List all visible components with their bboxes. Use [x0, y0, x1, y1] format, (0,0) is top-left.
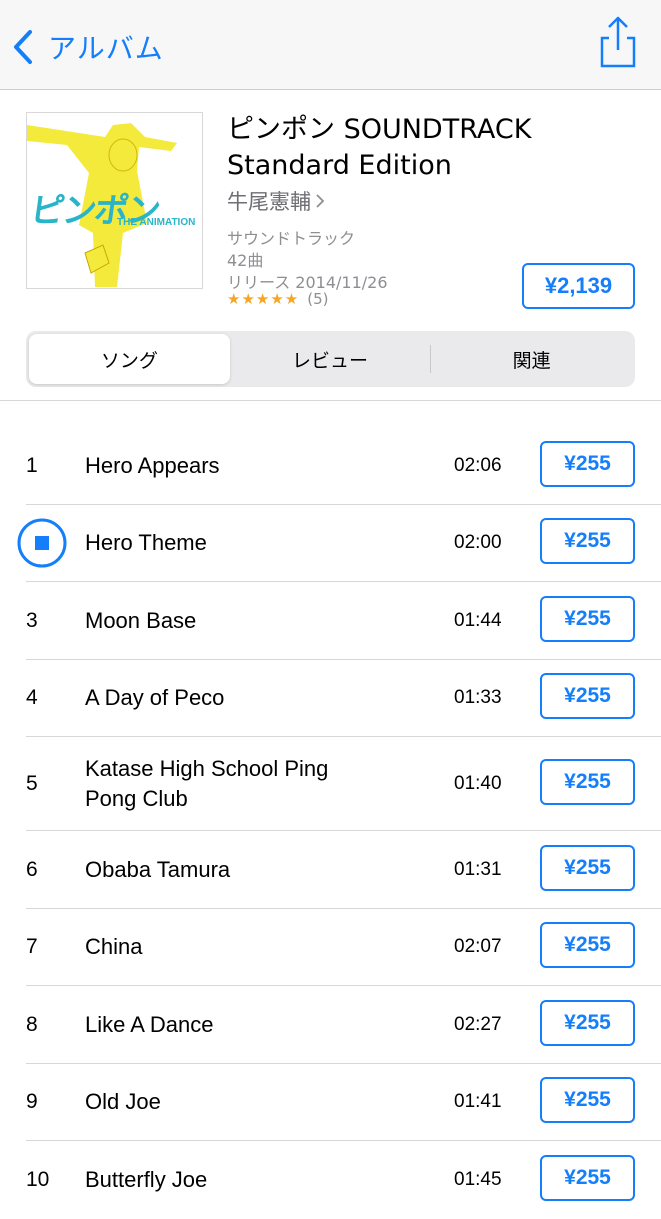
- track-number: 5: [26, 772, 38, 795]
- tab-reviews[interactable]: レビュー: [230, 334, 431, 384]
- track-duration: 01:41: [454, 1091, 502, 1113]
- track-name: Old Joe: [85, 1089, 161, 1115]
- track-number: 9: [26, 1090, 38, 1114]
- track-row[interactable]: 8 Like A Dance 02:27 ¥255: [0, 986, 661, 1064]
- track-duration: 02:00: [454, 532, 502, 554]
- track-price-button[interactable]: ¥255: [540, 518, 635, 565]
- track-number: 10: [26, 1167, 50, 1191]
- track-price-button[interactable]: ¥255: [540, 1077, 635, 1124]
- logo-subtitle: THE ANIMATION: [117, 217, 196, 228]
- track-name: Obaba Tamura: [85, 856, 231, 882]
- track-row[interactable]: 4 A Day of Peco 01:33 ¥255: [0, 660, 661, 738]
- song-count: 42曲: [227, 251, 264, 270]
- track-duration: 02:07: [454, 936, 502, 958]
- track-price-button[interactable]: ¥255: [540, 673, 635, 720]
- segmented-control: ソング レビュー 関連: [26, 331, 635, 387]
- track-row[interactable]: 10 Butterfly Joe 01:45 ¥255: [0, 1141, 661, 1219]
- track-row[interactable]: 3 Moon Base 01:44 ¥255: [0, 582, 661, 660]
- chevron-right-icon: [315, 193, 325, 209]
- track-price-button[interactable]: ¥255: [540, 922, 635, 969]
- artist-name: 牛尾憲輔: [227, 190, 311, 214]
- track-name: Moon Base: [85, 607, 197, 633]
- track-number: 3: [26, 608, 38, 632]
- back-button[interactable]: アルバム: [12, 22, 164, 72]
- track-price-button[interactable]: ¥255: [540, 1154, 635, 1201]
- track-price-button[interactable]: ¥255: [540, 999, 635, 1046]
- track-row[interactable]: 7 China 02:07 ¥255: [0, 909, 661, 987]
- track-number: 7: [26, 935, 38, 959]
- track-duration: 01:33: [454, 687, 502, 709]
- track-name: Butterfly Joe: [85, 1166, 208, 1192]
- album-title: ピンポン SOUNDTRACK Standard Edition: [227, 114, 532, 181]
- stop-playback-icon[interactable]: [16, 517, 68, 569]
- track-duration: 01:45: [454, 1168, 502, 1190]
- track-row[interactable]: 9 Old Joe 01:41 ¥255: [0, 1064, 661, 1142]
- track-name: Like A Dance: [85, 1011, 214, 1037]
- genre-label: サウンドトラック: [227, 229, 356, 248]
- track-number: 6: [26, 857, 38, 881]
- track-duration: 01:40: [454, 773, 502, 794]
- track-price-button[interactable]: ¥255: [540, 759, 635, 805]
- track-duration: 01:44: [454, 609, 502, 631]
- track-price-button[interactable]: ¥255: [540, 595, 635, 642]
- track-name: Hero Theme: [85, 530, 207, 556]
- rating-count: (5): [307, 290, 329, 308]
- album-artwork[interactable]: ピンポン THE ANIMATION: [26, 112, 203, 289]
- track-duration: 01:31: [454, 858, 502, 880]
- tab-songs[interactable]: ソング: [29, 334, 230, 384]
- tab-related[interactable]: 関連: [431, 334, 632, 384]
- navigation-bar: アルバム: [0, 0, 661, 90]
- divider: [0, 400, 661, 401]
- album-header: ピンポン THE ANIMATION ピンポン SOUNDTRACK Stand…: [0, 90, 661, 400]
- track-name: A Day of Peco: [85, 685, 225, 711]
- track-price-button[interactable]: ¥255: [540, 440, 635, 487]
- track-row[interactable]: 1 Hero Appears 02:06 ¥255: [0, 427, 661, 505]
- rating: ★★★★★ (5): [227, 290, 329, 308]
- album-price-button[interactable]: ¥2,139: [522, 263, 635, 309]
- track-list: 1 Hero Appears 02:06 ¥255 Hero Theme 02:…: [0, 427, 661, 1219]
- star-rating-icon: ★★★★★: [227, 290, 300, 308]
- track-name: Hero Appears: [85, 452, 220, 478]
- track-duration: 02:06: [454, 454, 502, 476]
- share-icon[interactable]: [592, 14, 644, 70]
- track-row[interactable]: Hero Theme 02:00 ¥255: [0, 505, 661, 583]
- chevron-left-icon: [12, 27, 40, 67]
- artist-link[interactable]: 牛尾憲輔: [227, 186, 325, 216]
- track-number: 4: [26, 686, 38, 710]
- track-price-button[interactable]: ¥255: [540, 844, 635, 891]
- track-row[interactable]: 6 Obaba Tamura 01:31 ¥255: [0, 831, 661, 909]
- track-name: China: [85, 934, 143, 960]
- track-duration: 02:27: [454, 1013, 502, 1035]
- track-number: 8: [26, 1012, 38, 1036]
- back-label: アルバム: [48, 32, 164, 65]
- track-number: 1: [26, 453, 38, 477]
- track-row[interactable]: 5 Katase High School Ping Pong Club 01:4…: [0, 737, 661, 831]
- track-name: Katase High School Ping Pong Club: [85, 756, 329, 811]
